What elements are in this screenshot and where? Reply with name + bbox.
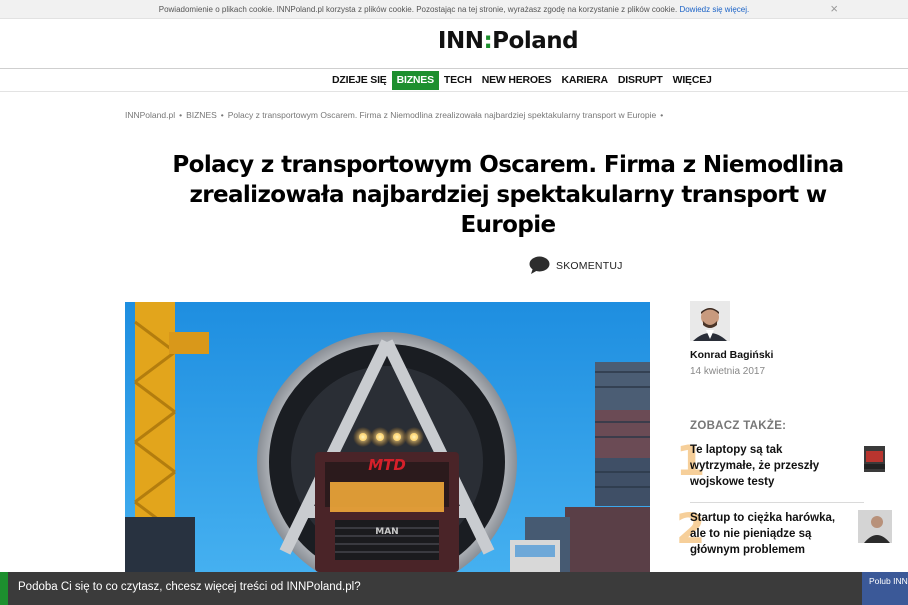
nav-item-tech[interactable]: TECH [439,71,477,90]
nav-item-disrupt[interactable]: DISRUPT [613,71,668,90]
nav-divider [0,91,908,92]
publish-date: 14 kwietnia 2017 [690,366,766,377]
facebook-like-button[interactable]: Polub INNPoland [862,572,908,605]
close-icon[interactable]: × [830,0,838,18]
breadcrumb-current: Polacy z transportowym Oscarem. Firma z … [227,110,657,120]
author-avatar[interactable] [690,301,730,341]
logo-text-inn: INN [437,28,484,54]
newsletter-prompt: Podoba Ci się to co czytasz, chcesz więc… [18,581,361,593]
comment-button[interactable]: SKOMENTUJ [529,256,623,275]
main-nav: DZIEJE SIĘ BIZNES TECH NEW HEROES KARIER… [327,71,717,90]
cookie-notice: Powiadomienie o plikach cookie. INNPolan… [0,0,908,19]
article-title: Polacy z transportowym Oscarem. Firma z … [172,152,844,238]
newsletter-bar: Podoba Ci się to co czytasz, chcesz więc… [0,572,908,605]
breadcrumb: INNPoland.pl • BIZNES • Polacy z transportow… [125,110,667,120]
breadcrumb-separator: • [660,110,664,120]
breadcrumb-separator: • [220,110,224,120]
related-title: Te laptopy są tak wytrzymałe, że przeszł… [690,444,820,488]
breadcrumb-separator: • [179,110,183,120]
nav-item-new-heroes[interactable]: NEW HEROES [477,71,557,90]
breadcrumb-home[interactable]: INNPoland.pl [125,110,175,120]
logo-colon: : [483,28,493,54]
author-name[interactable]: Konrad Bagiński [690,349,773,361]
truck-brand-label: MTD [368,456,406,474]
related-heading: ZOBACZ TAKŻE: [690,420,787,432]
breadcrumb-section[interactable]: BIZNES [186,110,217,120]
site-logo[interactable]: INN:Poland [0,28,908,54]
comment-label: SKOMENTUJ [556,259,623,272]
nav-item-wiecej[interactable]: WIĘCEJ [668,71,717,90]
truck-make-label: MAN [375,527,398,537]
page: Powiadomienie o plikach cookie. INNPolan… [0,0,908,605]
header-divider [0,68,908,69]
related-divider [690,502,864,503]
related-thumbnail-laptop [864,446,885,472]
related-thumbnail-person [858,510,892,543]
nav-item-kariera[interactable]: KARIERA [556,71,612,90]
comment-bubble-icon [529,256,550,274]
cookie-learn-more-link[interactable]: Dowiedz się więcej. [679,5,749,14]
nav-item-dzieje-sie[interactable]: DZIEJE SIĘ [327,71,392,90]
nav-item-biznes[interactable]: BIZNES [391,71,439,90]
cookie-text: Powiadomienie o plikach cookie. INNPolan… [158,5,678,14]
article-hero-image: MTD MAN [125,302,650,572]
logo-text-poland: Poland [492,28,579,54]
related-title: Startup to ciężka harówka, ale to nie pi… [690,512,836,556]
bottom-accent [0,572,8,605]
